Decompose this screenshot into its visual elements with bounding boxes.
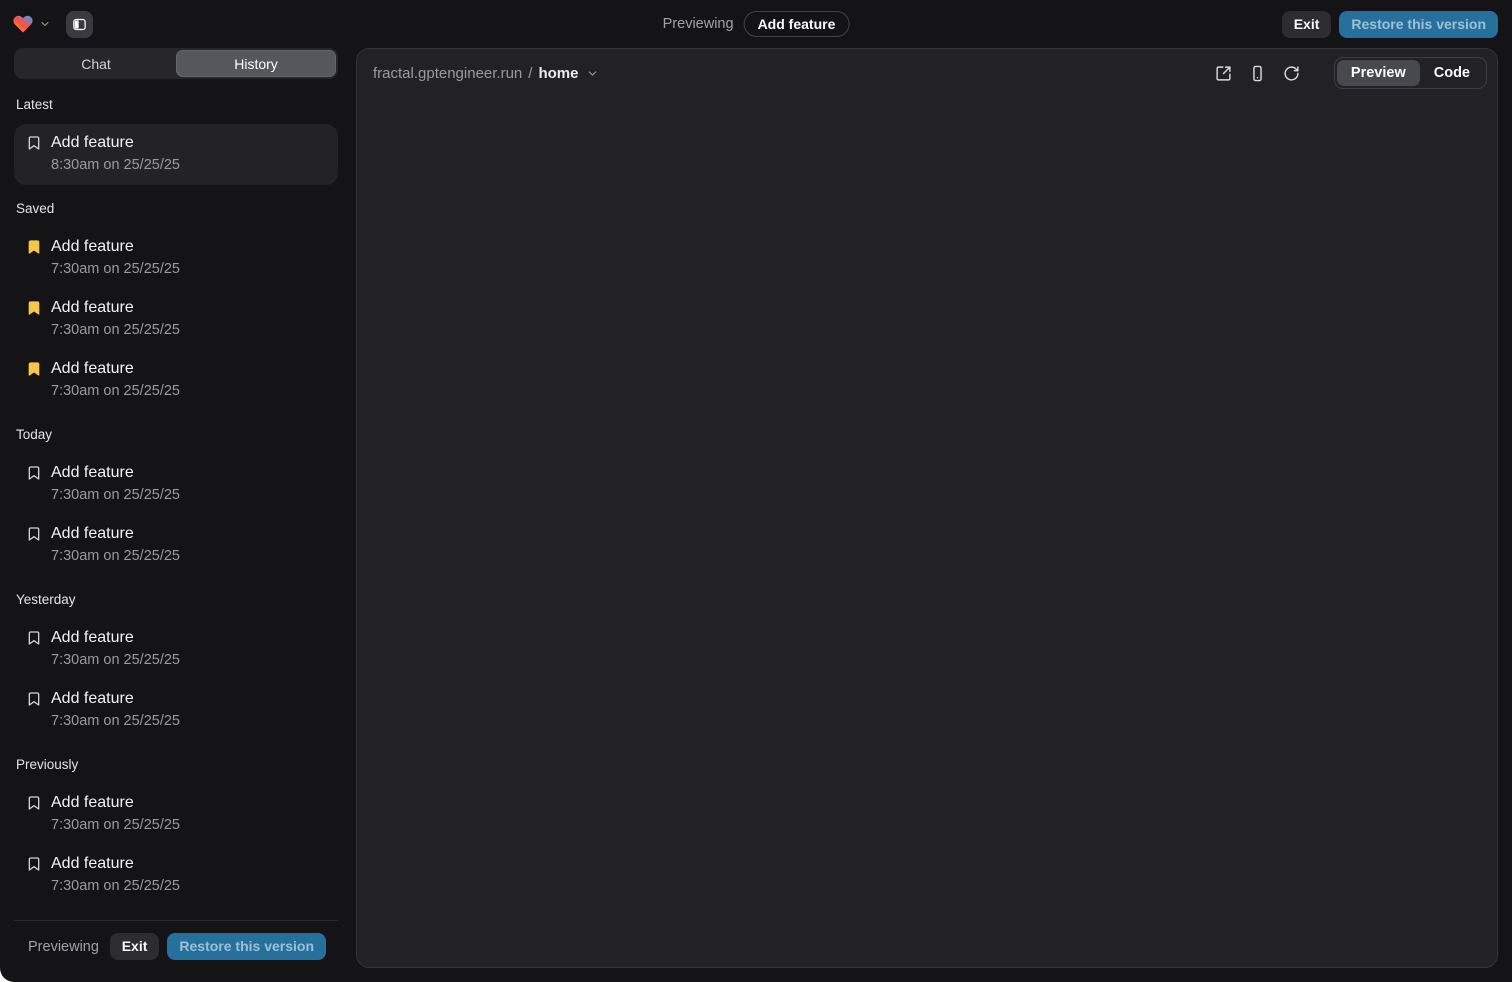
bookmark-icon (26, 630, 42, 646)
chevron-down-icon (586, 67, 599, 80)
section-label-yesterday: Yesterday (16, 592, 336, 608)
history-item-title: Add feature (51, 131, 180, 154)
history-item-title: Add feature (51, 461, 180, 484)
history-item-timestamp: 7:30am on 25/25/25 (51, 649, 180, 672)
sidebar-footer: Previewing Exit Restore this version (14, 920, 338, 970)
section-label-saved: Saved (16, 201, 336, 217)
history-item-title: Add feature (51, 687, 180, 710)
history-item-title: Add feature (51, 357, 180, 380)
history-item[interactable]: Add feature 7:30am on 25/25/25 (14, 228, 338, 289)
url-path-dropdown[interactable]: fractal.gptengineer.run / home (373, 65, 599, 82)
toggle-code[interactable]: Code (1420, 60, 1484, 86)
history-item[interactable]: Add feature 7:30am on 25/25/25 (14, 619, 338, 680)
previewing-status: Previewing Add feature (663, 11, 850, 37)
history-item-text: Add feature 7:30am on 25/25/25 (51, 791, 180, 837)
history-item-timestamp: 7:30am on 25/25/25 (51, 545, 180, 568)
history-item-text: Add feature 8:30am on 25/25/25 (51, 131, 180, 177)
tab-history[interactable]: History (176, 50, 336, 77)
history-item[interactable]: Add feature 7:30am on 25/25/25 (14, 784, 338, 845)
version-badge[interactable]: Add feature (744, 11, 850, 37)
top-bar: Previewing Add feature Exit Restore this… (0, 0, 1512, 48)
history-item-title: Add feature (51, 522, 180, 545)
tab-chat[interactable]: Chat (16, 50, 176, 77)
history-item-text: Add feature 7:30am on 25/25/25 (51, 626, 180, 672)
history-item-text: Add feature 7:30am on 25/25/25 (51, 461, 180, 507)
bookmark-filled-icon (26, 239, 42, 255)
bookmark-filled-icon (26, 300, 42, 316)
history-item-timestamp: 7:30am on 25/25/25 (51, 814, 180, 837)
history-item-timestamp: 7:30am on 25/25/25 (51, 258, 180, 281)
history-item-text: Add feature 7:30am on 25/25/25 (51, 522, 180, 568)
panel-left-icon (72, 17, 87, 32)
history-item-text: Add feature 7:30am on 25/25/25 (51, 235, 180, 281)
history-item-title: Add feature (51, 791, 180, 814)
footer-restore-version-button[interactable]: Restore this version (167, 933, 326, 960)
external-link-icon (1215, 65, 1232, 82)
history-item-timestamp: 7:30am on 25/25/25 (51, 875, 180, 898)
preview-actions: Preview Code (1215, 57, 1487, 89)
history-item-text: Add feature 7:30am on 25/25/25 (51, 296, 180, 342)
smartphone-icon (1249, 65, 1266, 82)
url-page: home (538, 65, 578, 82)
topbar-actions: Exit Restore this version (1282, 11, 1498, 38)
lovable-heart-logo-icon (12, 13, 34, 35)
brand-menu[interactable] (12, 13, 51, 35)
history-item-text: Add feature 7:30am on 25/25/25 (51, 687, 180, 733)
bookmark-icon (26, 465, 42, 481)
toggle-preview[interactable]: Preview (1337, 60, 1420, 86)
mobile-view-button[interactable] (1249, 65, 1266, 82)
history-item-timestamp: 7:30am on 25/25/25 (51, 484, 180, 507)
open-in-new-tab-button[interactable] (1215, 65, 1232, 82)
history-item-text: Add feature 7:30am on 25/25/25 (51, 852, 180, 898)
history-list: Latest Add feature 8:30am on 25/25/25 Sa… (14, 79, 338, 920)
history-item-timestamp: 7:30am on 25/25/25 (51, 710, 180, 733)
bookmark-icon (26, 691, 42, 707)
bookmark-icon (26, 135, 42, 151)
history-item[interactable]: Add feature 7:30am on 25/25/25 (14, 680, 338, 741)
history-item[interactable]: Add feature 8:30am on 25/25/25 (14, 124, 338, 185)
history-item-text: Add feature 7:30am on 25/25/25 (51, 357, 180, 403)
previewing-label: Previewing (663, 16, 734, 32)
history-item[interactable]: Add feature 7:30am on 25/25/25 (14, 515, 338, 576)
history-item[interactable]: Add feature 7:30am on 25/25/25 (14, 845, 338, 906)
preview-panel: fractal.gptengineer.run / home (356, 48, 1498, 968)
footer-previewing-label: Previewing (28, 939, 99, 955)
footer-exit-button[interactable]: Exit (110, 933, 160, 960)
toggle-sidebar-button[interactable] (66, 11, 93, 38)
section-label-today: Today (16, 427, 336, 443)
history-item-title: Add feature (51, 296, 180, 319)
history-item[interactable]: Add feature 7:30am on 25/25/25 (14, 350, 338, 411)
bookmark-icon (26, 795, 42, 811)
history-item-title: Add feature (51, 852, 180, 875)
history-item-title: Add feature (51, 235, 180, 258)
history-item[interactable]: Add feature 7:30am on 25/25/25 (14, 454, 338, 515)
history-item-timestamp: 7:30am on 25/25/25 (51, 319, 180, 342)
refresh-icon (1283, 65, 1300, 82)
bookmark-icon (26, 526, 42, 542)
history-item-title: Add feature (51, 626, 180, 649)
preview-url-bar: fractal.gptengineer.run / home (357, 49, 1497, 97)
history-item-timestamp: 8:30am on 25/25/25 (51, 154, 180, 177)
bookmark-filled-icon (26, 361, 42, 377)
app-window: Previewing Add feature Exit Restore this… (0, 0, 1512, 982)
sidebar: Chat History Latest Add feature 8:30am o… (14, 48, 338, 970)
section-label-previously: Previously (16, 757, 336, 773)
chevron-down-icon (39, 18, 51, 30)
history-item-timestamp: 7:30am on 25/25/25 (51, 380, 180, 403)
bookmark-icon (26, 856, 42, 872)
history-item[interactable]: Add feature 7:30am on 25/25/25 (14, 289, 338, 350)
sidebar-tabs: Chat History (14, 48, 338, 79)
url-separator: / (528, 65, 532, 82)
refresh-button[interactable] (1283, 65, 1300, 82)
view-toggle: Preview Code (1334, 57, 1487, 89)
exit-button[interactable]: Exit (1282, 11, 1332, 38)
restore-version-button[interactable]: Restore this version (1339, 11, 1498, 38)
section-label-latest: Latest (16, 97, 336, 113)
url-host: fractal.gptengineer.run (373, 65, 522, 82)
